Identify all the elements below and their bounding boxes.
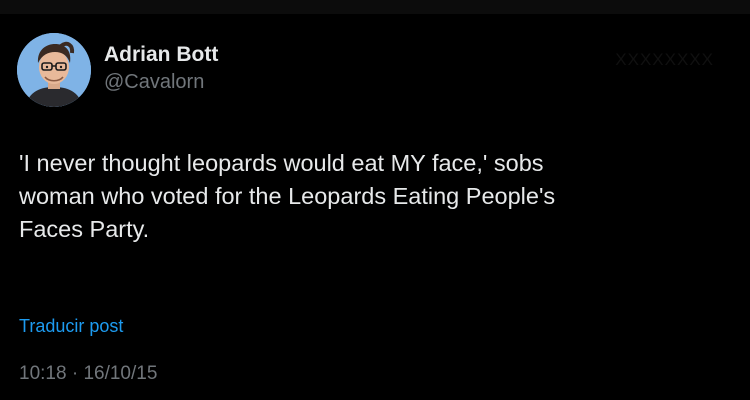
tweet-date[interactable]: 16/10/15 (83, 363, 157, 384)
tweet-timestamp: 10:18 · 16/10/15 (19, 362, 157, 386)
watermark: XXXXXXXX (615, 50, 714, 69)
avatar-illustration (17, 33, 91, 107)
author-handle[interactable]: @Cavalorn (104, 69, 218, 95)
author-display-name[interactable]: Adrian Bott (104, 42, 218, 68)
timestamp-separator: · (71, 363, 79, 384)
tweet: Adrian Bott @Cavalorn XXXXXXXX 'I never … (0, 0, 750, 400)
author-info[interactable]: Adrian Bott @Cavalorn (104, 42, 218, 95)
translate-post-link[interactable]: Traducir post (19, 315, 123, 337)
avatar[interactable] (17, 33, 91, 107)
tweet-time[interactable]: 10:18 (19, 363, 67, 384)
tweet-text: 'I never thought leopards would eat MY f… (19, 150, 556, 242)
